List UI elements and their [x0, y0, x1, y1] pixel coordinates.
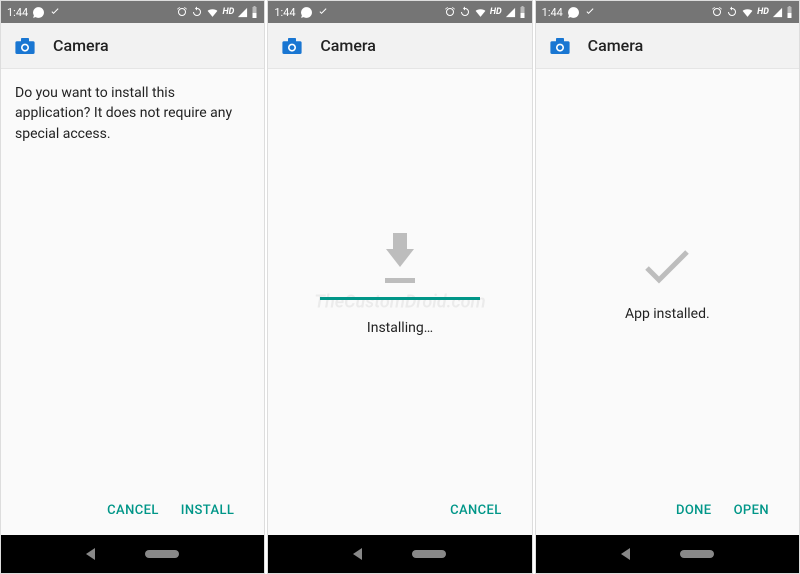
camera-icon: [15, 38, 35, 54]
wifi-icon: [741, 6, 754, 19]
hd-indicator: HD: [490, 7, 502, 17]
sync-icon: [726, 6, 738, 18]
content-area: Do you want to install this application?…: [1, 69, 264, 535]
done-button[interactable]: DONE: [676, 503, 712, 518]
nav-back-button[interactable]: [86, 548, 95, 560]
app-title: Camera: [53, 36, 109, 55]
nav-home-button[interactable]: [680, 550, 714, 558]
install-button[interactable]: INSTALL: [181, 503, 235, 518]
app-header: Camera: [268, 23, 531, 69]
app-title: Camera: [588, 36, 644, 55]
install-prompt-screen: 1:44 HD Camera Do you want to install th…: [0, 0, 265, 574]
action-bar: CANCEL INSTALL: [15, 485, 250, 535]
nav-bar: [536, 535, 799, 573]
alarm-icon: [176, 6, 188, 18]
status-bar: 1:44 HD: [268, 1, 531, 23]
alarm-icon: [711, 6, 723, 18]
nav-back-button[interactable]: [353, 548, 362, 560]
installing-label: Installing…: [367, 320, 433, 336]
battery-icon: [251, 6, 258, 18]
sync-icon: [459, 6, 471, 18]
clock: 1:44: [7, 6, 28, 19]
cancel-button[interactable]: CANCEL: [450, 503, 502, 518]
battery-icon: [786, 6, 793, 18]
nav-home-button[interactable]: [412, 550, 446, 558]
action-bar: CANCEL: [282, 485, 517, 535]
check-icon: [317, 6, 329, 18]
installing-screen: 1:44 HD Camera TheCustomDroid.com Instal…: [267, 0, 532, 574]
status-bar: 1:44 HD: [1, 1, 264, 23]
installed-label: App installed.: [625, 306, 710, 322]
signal-icon: [772, 7, 783, 18]
action-bar: DONE OPEN: [550, 485, 785, 535]
signal-icon: [505, 7, 516, 18]
whatsapp-icon: [300, 6, 313, 19]
nav-bar: [1, 535, 264, 573]
sync-icon: [191, 6, 203, 18]
check-icon: [584, 6, 596, 18]
app-title: Camera: [320, 36, 376, 55]
cancel-button[interactable]: CANCEL: [107, 503, 159, 518]
hd-indicator: HD: [757, 7, 769, 17]
installed-screen: 1:44 HD Camera App installed. DONE OPEN: [535, 0, 800, 574]
download-icon: [380, 233, 420, 283]
app-header: Camera: [536, 23, 799, 69]
battery-icon: [519, 6, 526, 18]
alarm-icon: [444, 6, 456, 18]
nav-home-button[interactable]: [145, 550, 179, 558]
wifi-icon: [474, 6, 487, 19]
wifi-icon: [206, 6, 219, 19]
app-header: Camera: [1, 23, 264, 69]
camera-icon: [282, 38, 302, 54]
whatsapp-icon: [567, 6, 580, 19]
camera-icon: [550, 38, 570, 54]
clock: 1:44: [542, 6, 563, 19]
progress-bar: [320, 297, 480, 300]
clock: 1:44: [274, 6, 295, 19]
status-bar: 1:44 HD: [536, 1, 799, 23]
whatsapp-icon: [32, 6, 45, 19]
nav-bar: [268, 535, 531, 573]
open-button[interactable]: OPEN: [734, 503, 769, 518]
check-icon: [49, 6, 61, 18]
content-area: App installed. DONE OPEN: [536, 69, 799, 535]
install-prompt: Do you want to install this application?…: [15, 83, 250, 144]
content-area: TheCustomDroid.com Installing… CANCEL: [268, 69, 531, 535]
nav-back-button[interactable]: [621, 548, 630, 560]
hd-indicator: HD: [222, 7, 234, 17]
signal-icon: [237, 7, 248, 18]
checkmark-icon: [641, 246, 693, 286]
